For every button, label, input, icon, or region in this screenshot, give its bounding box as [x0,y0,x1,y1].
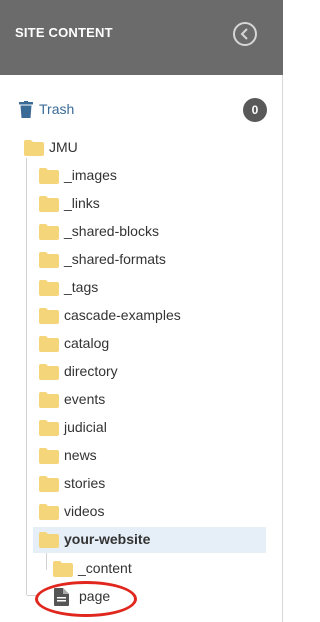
tree-node-news[interactable]: news [39,445,239,467]
tree-node-label: directory [64,363,118,379]
folder-icon [39,420,59,436]
tree-node-shared-blocks[interactable]: _shared-blocks [39,221,239,243]
tree-node-label: your-website [64,531,151,547]
folder-icon [39,448,59,464]
trash-count-badge: 0 [243,98,267,122]
chevron-left-icon [240,28,248,40]
tree-node-page[interactable]: page [54,587,134,609]
tree-node-content[interactable]: _content [53,558,253,580]
folder-icon [24,140,44,156]
tree-node-jmu[interactable]: JMU [24,137,144,159]
tree-node-tags[interactable]: _tags [39,277,239,299]
folder-icon [39,504,59,520]
tree-connector [26,158,27,595]
tree-node-videos[interactable]: videos [39,501,239,523]
tree-node-label: stories [64,475,106,491]
tree-node-label: JMU [49,139,78,155]
site-content-panel: SITE CONTENT Trash 0 JMU _images _links [0,0,283,622]
folder-icon [39,280,59,296]
tree-node-label: page [79,588,111,604]
tree-node-label: _content [78,560,132,576]
tree-node-stories[interactable]: stories [39,473,239,495]
tree-node-catalog[interactable]: catalog [39,333,239,355]
folder-icon [39,476,59,492]
collapse-panel-button[interactable] [233,22,257,46]
tree-connector [46,552,47,570]
tree-node-judicial[interactable]: judicial [39,417,239,439]
folder-icon [39,392,59,408]
tree-node-label: events [64,391,106,407]
tree-node-label: cascade-examples [64,307,181,323]
tree-node-label: _links [64,195,100,211]
tree-node-links[interactable]: _links [39,193,239,215]
page-file-icon [54,588,69,606]
tree-node-label: news [64,447,97,463]
tree-node-label: _shared-blocks [64,223,159,239]
tree-node-events[interactable]: events [39,389,239,411]
panel-title: SITE CONTENT [15,25,113,40]
folder-icon [39,532,59,548]
folder-icon [39,168,59,184]
tree-node-label: _shared-formats [64,251,166,267]
tree-node-directory[interactable]: directory [39,361,239,383]
folder-icon [39,364,59,380]
tree-node-label: judicial [64,419,107,435]
tree-node-cascade-examples[interactable]: cascade-examples [39,305,239,327]
folder-icon [39,308,59,324]
folder-icon [39,196,59,212]
tree-node-label: _tags [64,279,99,295]
folder-icon [39,252,59,268]
trash-label: Trash [39,101,75,117]
trash-icon [19,101,33,118]
panel-header: SITE CONTENT [0,0,283,75]
tree-node-your-website[interactable]: your-website [33,527,266,553]
tree-node-label: videos [64,503,105,519]
tree-connector [27,595,37,596]
folder-icon [39,336,59,352]
tree-node-label: catalog [64,335,110,351]
folder-icon [53,561,73,577]
tree-node-shared-formats[interactable]: _shared-formats [39,249,239,271]
tree-node-label: _images [64,167,117,183]
tree-node-images[interactable]: _images [39,165,239,187]
folder-icon [39,224,59,240]
